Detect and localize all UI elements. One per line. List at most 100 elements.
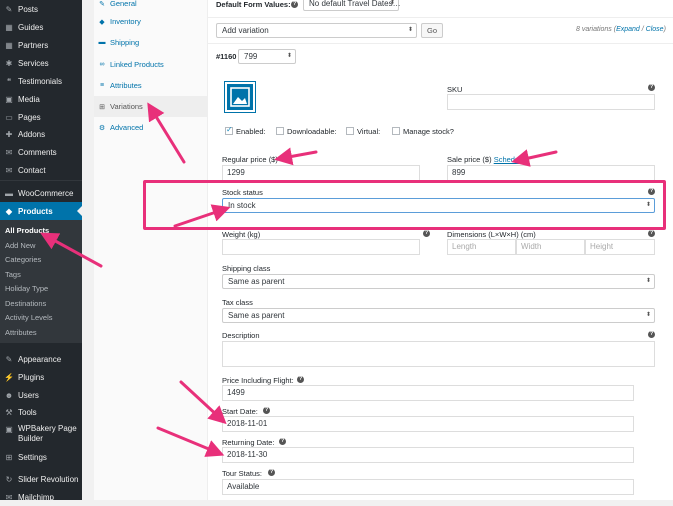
tour-status-label: Tour Status: [222,469,263,478]
width-input[interactable]: Width [516,239,585,255]
services-icon: ✱ [5,58,13,68]
list-icon: ≡ [99,82,105,89]
variation-attribute-select[interactable]: 799 ⬍ [238,49,296,64]
menu-products[interactable]: ◆ Products [0,202,82,220]
help-icon[interactable]: ? [648,84,655,91]
start-date-input[interactable]: 2018-11-01 [222,416,634,432]
shipping-class-select[interactable]: Same as parent ⬍ [222,274,655,289]
close-link[interactable]: Close [646,26,664,33]
help-icon[interactable]: ? [268,469,275,476]
help-icon[interactable]: ? [423,230,430,237]
wrench-icon: ✎ [99,0,105,8]
start-date-label: Start Date: [222,407,258,416]
height-input[interactable]: Height [585,239,655,255]
submenu-activity-levels[interactable]: Activity Levels [5,313,53,322]
menu-testimonials[interactable]: ❝ Testimonials [0,72,82,90]
help-icon[interactable]: ? [263,407,270,414]
menu-woocommerce[interactable]: ▬ WooCommerce [0,184,82,202]
truck-icon: ▬ [98,39,106,46]
menu-settings[interactable]: ⊞ Settings [0,448,82,466]
menu-comments[interactable]: ✉ Comments [0,143,82,161]
submenu-holiday-type[interactable]: Holiday Type [5,284,48,293]
tab-variations[interactable]: ⊞ Variations [94,96,208,117]
testimonials-icon: ❝ [6,76,12,86]
regular-price-input[interactable]: 1299 [222,165,420,181]
tab-label: Linked Products [110,60,164,69]
select-value: 799 [244,52,258,61]
admin-sidebar: ✎ Posts ▦ Guides ▦ Partners ✱ Services ❝ Test… [0,0,82,502]
menu-posts[interactable]: ✎ Posts [0,0,82,18]
menu-wpbakery[interactable]: ▣ WPBakery Page Builder [0,424,82,450]
variation-image-button[interactable] [224,81,256,113]
appearance-icon: ✎ [5,354,13,364]
menu-guides[interactable]: ▦ Guides [0,18,82,36]
price-flight-input[interactable]: 1499 [222,385,634,401]
variation-id: #1160 [216,52,237,61]
tab-linked-products[interactable]: ∞ Linked Products [94,54,208,75]
help-icon[interactable]: ? [648,331,655,338]
help-icon[interactable]: ? [648,230,655,237]
tax-class-select[interactable]: Same as parent ⬍ [222,308,655,323]
menu-services[interactable]: ✱ Services [0,54,82,72]
default-form-label: Default Form Values: [216,0,291,9]
submenu-all-products[interactable]: All Products [5,226,49,235]
enabled-label: Enabled: [236,127,266,136]
sku-label: SKU [447,85,463,94]
tab-attributes[interactable]: ≡ Attributes [94,75,208,96]
pages-icon: ▭ [5,112,13,122]
enabled-checkbox[interactable] [225,125,233,135]
menu-label: Contact [18,165,46,175]
menu-tools[interactable]: ⚒ Tools [0,403,82,421]
expand-link[interactable]: Expand [616,26,640,33]
submenu-attributes[interactable]: Attributes [5,328,37,337]
divider [208,43,673,44]
menu-pages[interactable]: ▭ Pages [0,108,82,126]
tab-shipping[interactable]: ▬ Shipping [94,32,208,53]
add-variation-select[interactable]: Add variation ⬍ [216,23,417,38]
partners-icon: ▦ [5,40,13,50]
description-textarea[interactable] [222,341,655,367]
help-icon[interactable]: ? [279,438,286,445]
menu-media[interactable]: ▣ Media [0,90,82,108]
tab-advanced[interactable]: ⚙ Advanced [94,117,208,138]
menu-partners[interactable]: ▦ Partners [0,36,82,54]
menu-label: Partners [18,40,49,50]
menu-users[interactable]: ☻ Users [0,386,82,404]
gear-icon: ⚙ [98,124,106,132]
sale-price-input[interactable]: 899 [447,165,655,181]
menu-label: Services [18,58,49,68]
manage-stock-checkbox[interactable] [392,127,400,135]
menu-slider-revolution[interactable]: ↻ Slider Revolution [0,470,82,488]
submenu-tags[interactable]: Tags [5,270,21,279]
plugins-icon: ⚡ [4,372,14,382]
guides-icon: ▦ [5,22,13,32]
menu-plugins[interactable]: ⚡ Plugins [0,368,82,386]
menu-contact[interactable]: ✉ Contact [0,161,82,179]
select-value: Same as parent [228,311,285,320]
sku-input[interactable] [447,94,655,110]
help-icon[interactable]: ? [291,1,298,8]
default-form-select[interactable]: No default Travel Dates… ⬍ [303,0,401,11]
tab-inventory[interactable]: ◆ Inventory [94,11,208,32]
submenu-categories[interactable]: Categories [5,255,41,264]
tour-status-input[interactable]: Available [222,479,634,495]
menu-mailchimp[interactable]: ✉ Mailchimp [0,488,82,506]
virtual-checkbox[interactable] [346,127,354,135]
downloadable-checkbox[interactable] [276,127,284,135]
comments-icon: ✉ [5,147,13,157]
submenu-destinations[interactable]: Destinations [5,299,46,308]
menu-addons[interactable]: ✚ Addons [0,125,82,143]
woocommerce-icon: ▬ [5,188,13,198]
schedule-link[interactable]: Schedule [494,155,525,164]
tab-label: Shipping [110,38,140,47]
users-icon: ☻ [4,390,14,400]
menu-appearance[interactable]: ✎ Appearance [0,350,82,368]
length-input[interactable]: Length [447,239,516,255]
help-icon[interactable]: ? [297,376,304,383]
weight-input[interactable] [222,239,420,255]
returning-date-input[interactable]: 2018-11-30 [222,447,634,463]
go-button[interactable]: Go [421,23,444,38]
submenu-add-new[interactable]: Add New [5,241,35,250]
regular-price-label: Regular price ($) [222,155,278,164]
variations-panel: Default Form Values: ? No default Travel… [208,0,673,500]
